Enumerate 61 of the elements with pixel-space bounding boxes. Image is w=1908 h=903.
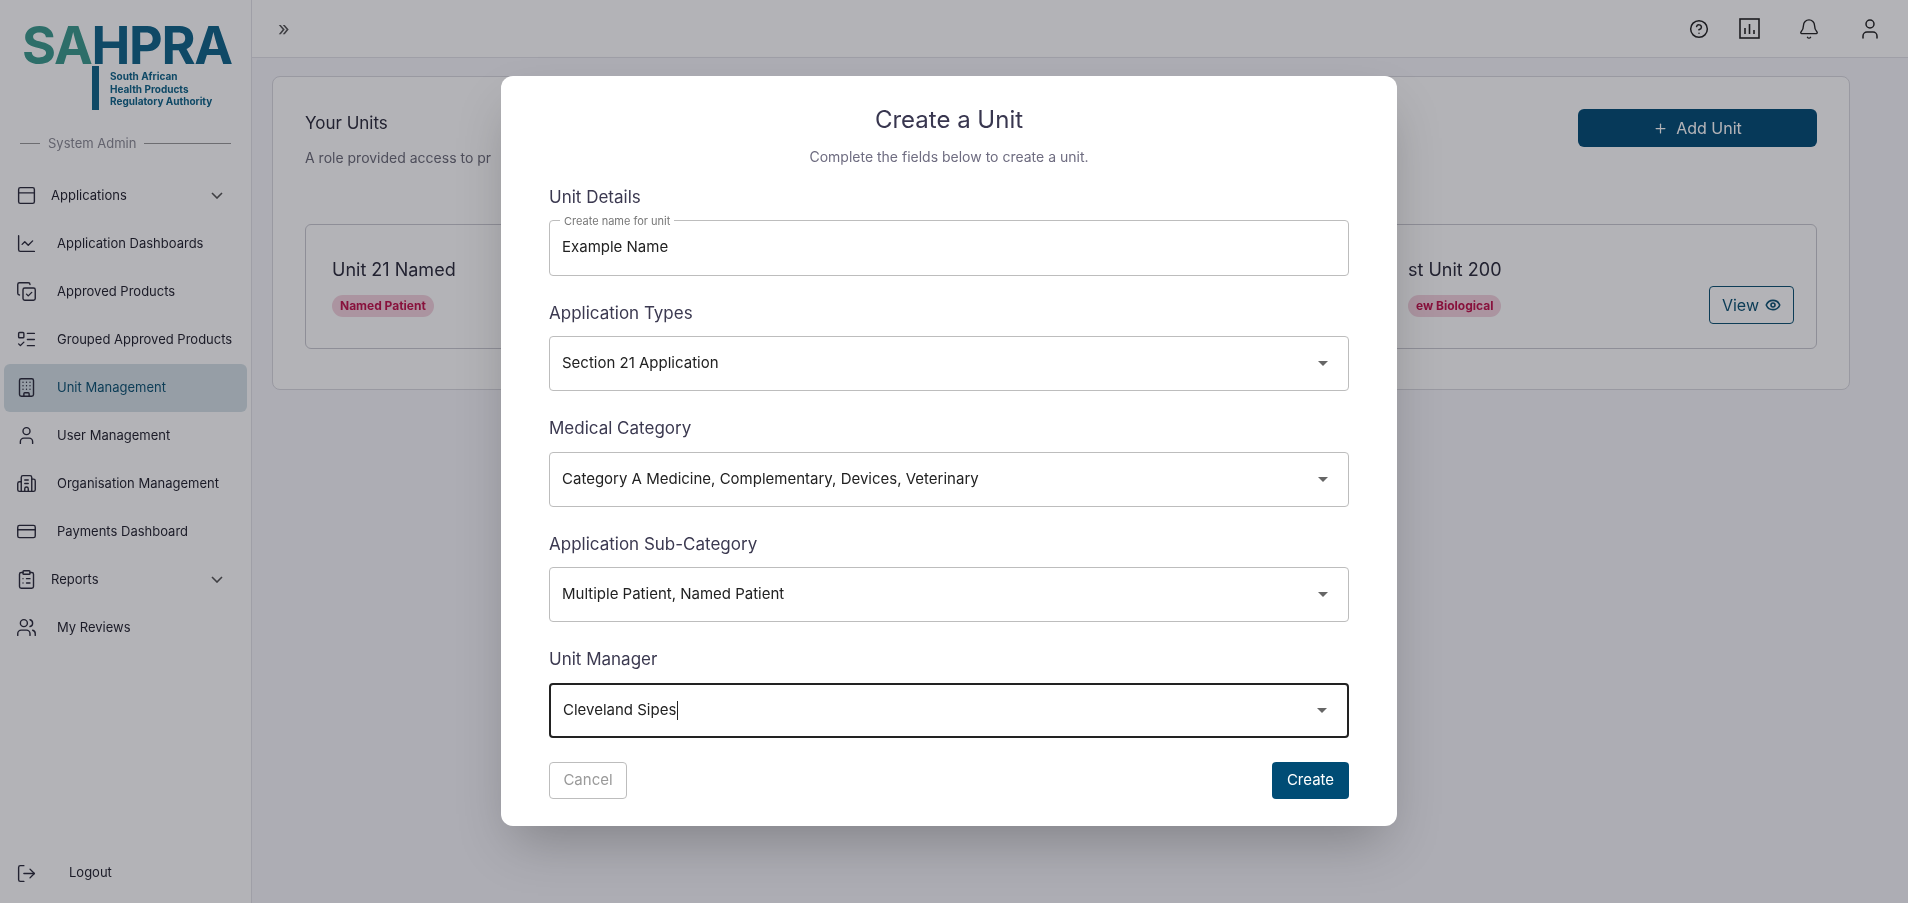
view-button[interactable]: View bbox=[1708, 286, 1794, 324]
sidebar-item[interactable]: My Reviews bbox=[4, 603, 247, 652]
select-field[interactable]: Section 21 Application bbox=[549, 336, 1349, 391]
dropdown-caret-icon bbox=[1318, 592, 1328, 597]
sidebar-item[interactable]: Application Dashboards bbox=[4, 219, 247, 268]
help-icon[interactable] bbox=[1689, 18, 1709, 39]
panel-description: A role provided access to pr bbox=[305, 147, 492, 168]
sidebar-item[interactable]: Organisation Management bbox=[4, 459, 247, 508]
sidebar-item[interactable]: Payments Dashboard bbox=[4, 507, 247, 556]
field-heading: Medical Category bbox=[549, 417, 693, 440]
text-field[interactable]: Create name for unit Example Name bbox=[549, 213, 1349, 276]
logo-bar bbox=[92, 66, 99, 110]
panel-icon bbox=[16, 185, 37, 206]
field-heading: Unit Manager bbox=[549, 648, 659, 671]
logout-item[interactable]: Logout bbox=[4, 849, 247, 897]
dropdown-caret-icon bbox=[1318, 361, 1328, 366]
field-heading: Application Types bbox=[549, 301, 694, 325]
section-label: System Admin bbox=[48, 134, 137, 153]
logout-icon bbox=[16, 862, 37, 884]
building-icon bbox=[16, 473, 37, 494]
category-tag: Named Patient bbox=[332, 294, 434, 317]
logo-text: HPRA bbox=[91, 24, 232, 68]
bar-chart-icon[interactable] bbox=[1739, 18, 1760, 39]
card-title: Unit 21 Named bbox=[332, 257, 457, 282]
dropdown-caret-icon bbox=[1317, 707, 1327, 713]
sidebar-item[interactable]: Grouped Approved Products bbox=[4, 315, 247, 364]
logo-tagline: South African bbox=[110, 70, 179, 83]
dialog-title: Create a Unit bbox=[874, 104, 1024, 136]
sidebar-item[interactable]: Unit Management bbox=[4, 363, 247, 412]
dialog-subtitle: Complete the fields below to create a unit. bbox=[809, 147, 1089, 167]
add-unit-button[interactable]: Add Unit bbox=[1578, 109, 1817, 147]
category-tag: ew Biological bbox=[1408, 294, 1502, 317]
select-field[interactable]: Multiple Patient, Named Patient bbox=[549, 567, 1349, 622]
line-chart-icon bbox=[16, 233, 37, 254]
logo-text: SA bbox=[22, 24, 92, 68]
select-field[interactable]: Category A Medicine, Complementary, Devices, Veterinary bbox=[549, 451, 1349, 507]
field-heading: Unit Details bbox=[549, 186, 642, 209]
chevron-icon bbox=[211, 192, 223, 199]
expand-button[interactable]: » bbox=[278, 13, 290, 44]
logo-tagline: Regulatory Authority bbox=[110, 95, 213, 108]
card-title: st Unit 200 bbox=[1408, 257, 1503, 282]
select-field[interactable]: Cleveland Sipes bbox=[549, 682, 1349, 738]
chevron-icon bbox=[211, 576, 223, 583]
text-cursor bbox=[677, 700, 679, 720]
users-icon bbox=[16, 617, 37, 638]
dropdown-caret-icon bbox=[1318, 476, 1328, 482]
sidebar-item[interactable]: Approved Products bbox=[4, 267, 247, 316]
sidebar-item[interactable]: Reports bbox=[4, 555, 247, 604]
panel-title: Your Units bbox=[305, 112, 389, 135]
building-icon bbox=[16, 377, 37, 398]
notifications-icon[interactable] bbox=[1798, 17, 1820, 40]
field-label: Create name for unit bbox=[563, 213, 672, 228]
create-button[interactable]: Create bbox=[1272, 761, 1349, 799]
clipboard-icon bbox=[16, 569, 37, 590]
sidebar-item[interactable]: User Management bbox=[4, 411, 247, 460]
field-heading: Application Sub-Category bbox=[549, 532, 759, 556]
eye-icon bbox=[1765, 297, 1781, 313]
plus-icon bbox=[1653, 120, 1669, 136]
checked-copies-icon bbox=[16, 281, 37, 302]
sidebar-item[interactable]: Applications bbox=[4, 171, 247, 220]
logo-tagline: Health Products bbox=[110, 82, 190, 95]
